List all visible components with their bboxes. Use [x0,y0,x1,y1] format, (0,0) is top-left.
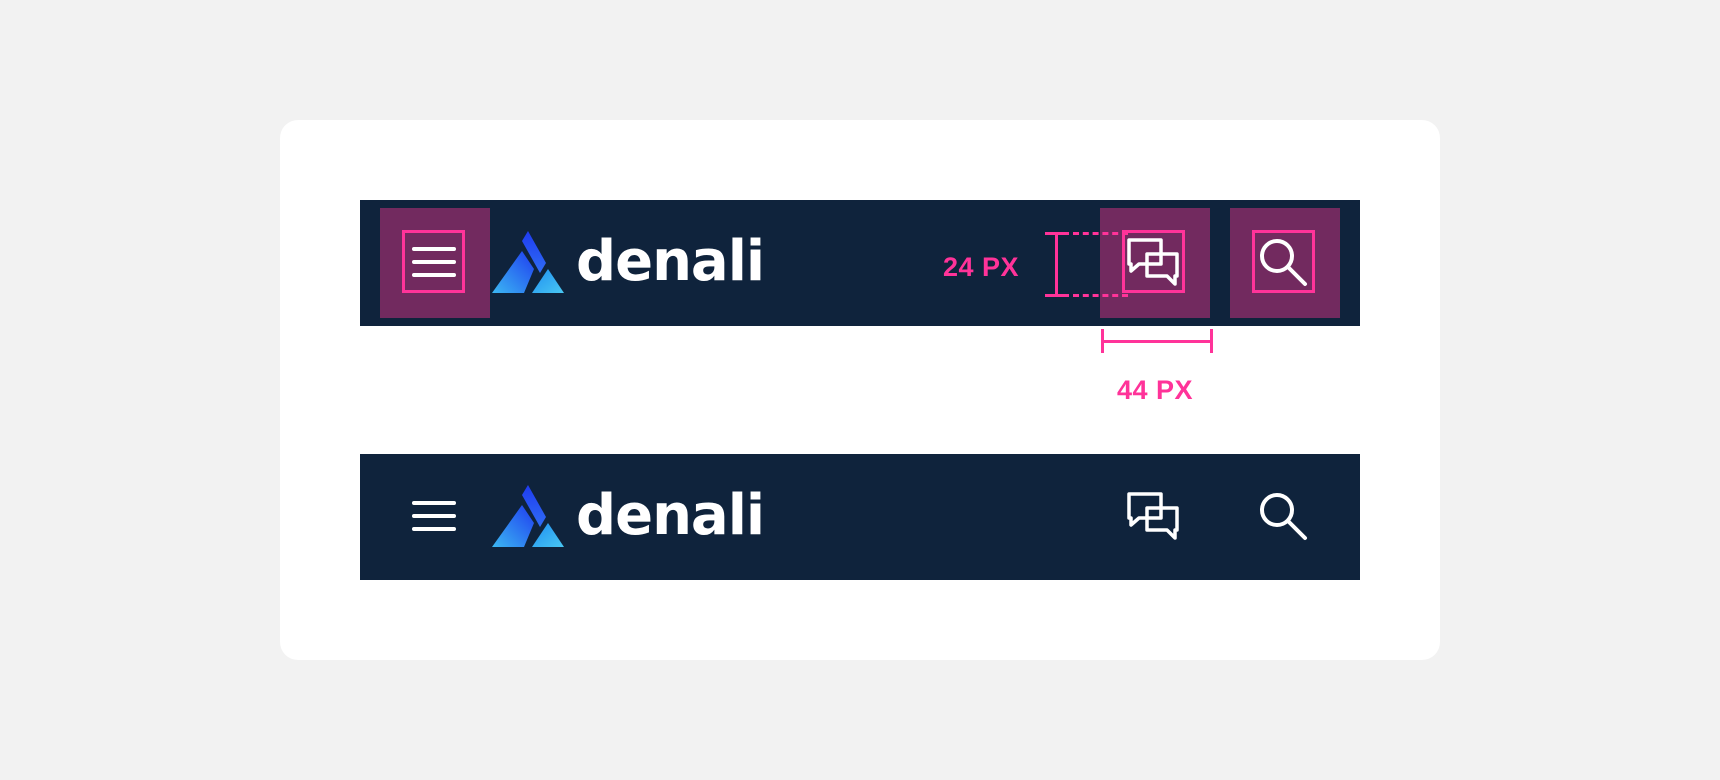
tap-target-size-label: 44 PX [1117,375,1194,405]
hamburger-menu-icon[interactable] [404,486,464,546]
search-icon[interactable] [1253,232,1313,292]
search-icon[interactable] [1253,486,1313,546]
header-bar: denali [360,454,1360,580]
chat-bubbles-icon[interactable] [1123,486,1183,546]
hamburger-menu-icon[interactable] [404,232,464,292]
brand-logo[interactable]: denali [488,483,765,549]
brand-wordmark: denali [576,483,765,548]
chat-bubbles-icon[interactable] [1123,232,1183,292]
mountain-logo-icon [492,485,564,547]
icon-size-dimension-cap [1045,232,1069,235]
tap-target-dimension-line [1101,340,1213,343]
icon-size-label: 24 PX [943,252,1020,282]
icon-size-dimension-line [1055,233,1058,297]
icon-size-guide [1073,294,1128,297]
brand-logo[interactable]: denali [488,229,765,295]
icon-size-guide [1073,232,1128,235]
annotated-header-bar: denali [360,200,1360,326]
icon-size-dimension-cap [1045,294,1069,297]
brand-wordmark: denali [576,229,765,294]
mountain-logo-icon [492,231,564,293]
